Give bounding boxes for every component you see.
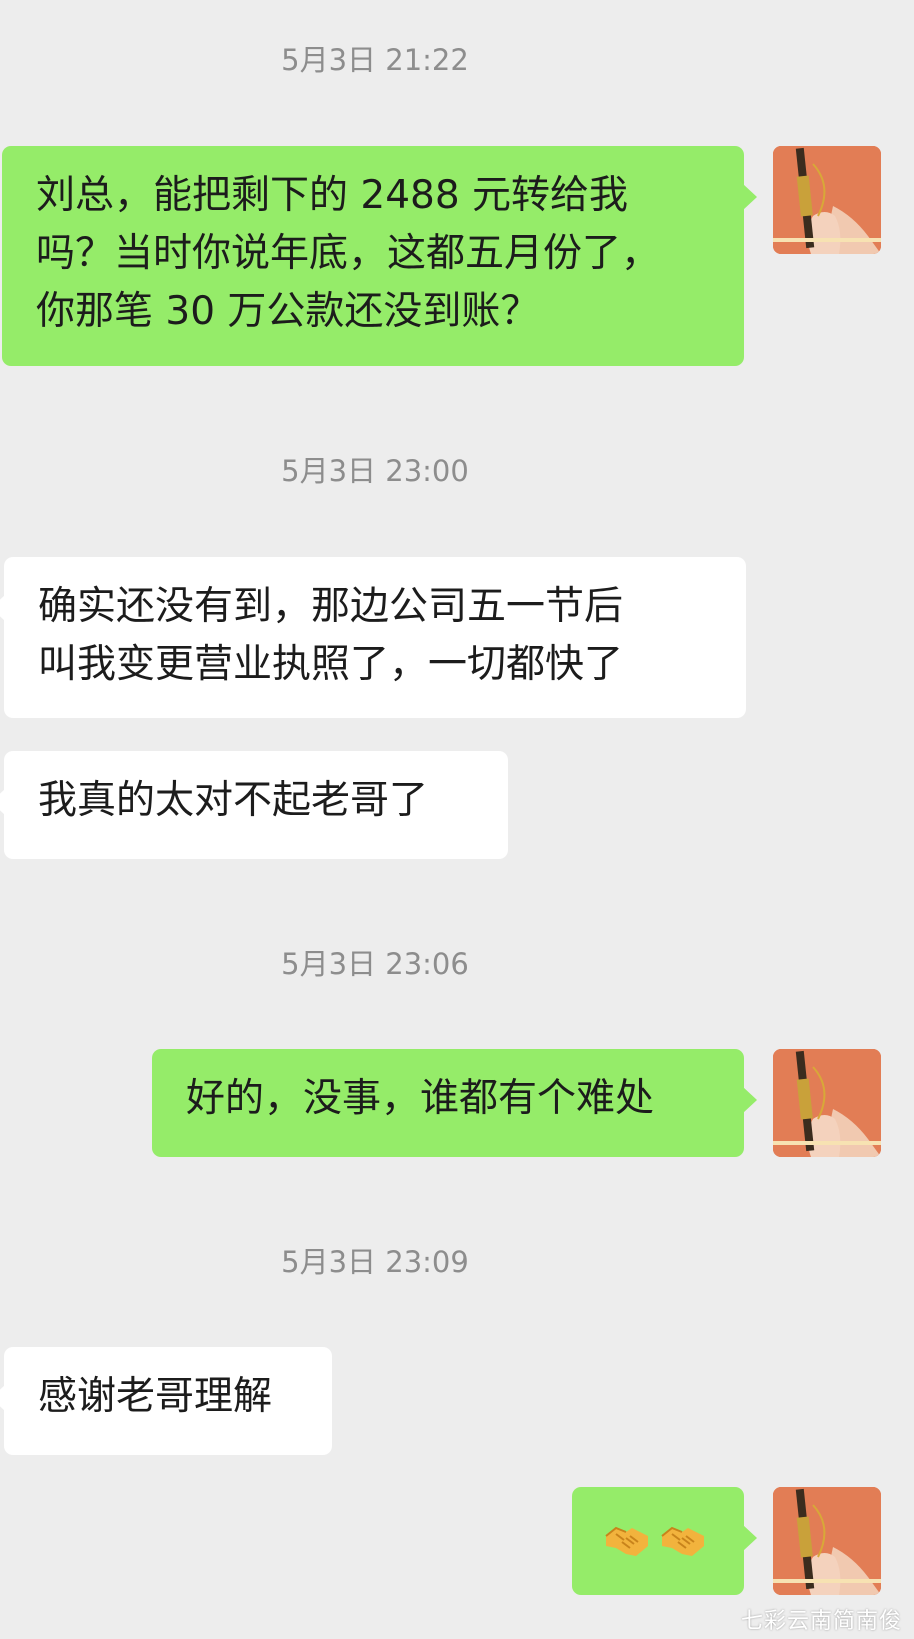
incoming-message-bubble[interactable]: 感谢老哥理解 (0, 1347, 332, 1455)
message-text: 确实还没有到，那边公司五一节后 (38, 584, 624, 629)
message-text: 叫我变更营业执照了，一切都快了 (38, 642, 624, 687)
incoming-message-bubble[interactable]: 我真的太对不起老哥了 (0, 751, 508, 859)
message-text: 好的，没事，谁都有个难处 (186, 1076, 655, 1121)
avatar-icon[interactable] (773, 146, 881, 254)
timestamp: 5月3日 23:00 (281, 454, 469, 488)
handshake-icon (605, 1526, 648, 1556)
incoming-message-bubble[interactable]: 确实还没有到，那边公司五一节后 叫我变更营业执照了，一切都快了 (0, 557, 746, 718)
handshake-icon (661, 1526, 704, 1556)
chat-area[interactable]: 5月3日 21:22 刘总，能把剩下的 2488 元转给我 吗？当时你说年底，这… (0, 0, 914, 1639)
timestamp: 5月3日 23:06 (281, 947, 469, 981)
outgoing-message-bubble[interactable]: 好的，没事，谁都有个难处 (152, 1049, 757, 1157)
watermark: 七彩云南简南俊 (740, 1609, 902, 1634)
message-text: 你那笔 30 万公款还没到账？ (36, 289, 540, 334)
emoji-row (602, 1512, 714, 1570)
timestamp: 5月3日 23:09 (281, 1245, 469, 1279)
timestamp: 5月3日 21:22 (281, 43, 469, 77)
outgoing-message-bubble[interactable]: 刘总，能把剩下的 2488 元转给我 吗？当时你说年底，这都五月份了， 你那笔 … (2, 146, 757, 366)
avatar-icon[interactable] (773, 1487, 881, 1595)
message-text: 感谢老哥理解 (38, 1374, 273, 1419)
avatar-icon[interactable] (773, 1049, 881, 1157)
message-text: 刘总，能把剩下的 2488 元转给我 (36, 173, 629, 218)
outgoing-message-bubble[interactable] (572, 1487, 757, 1595)
message-text: 吗？当时你说年底，这都五月份了， (36, 231, 661, 276)
message-text: 我真的太对不起老哥了 (38, 778, 429, 823)
